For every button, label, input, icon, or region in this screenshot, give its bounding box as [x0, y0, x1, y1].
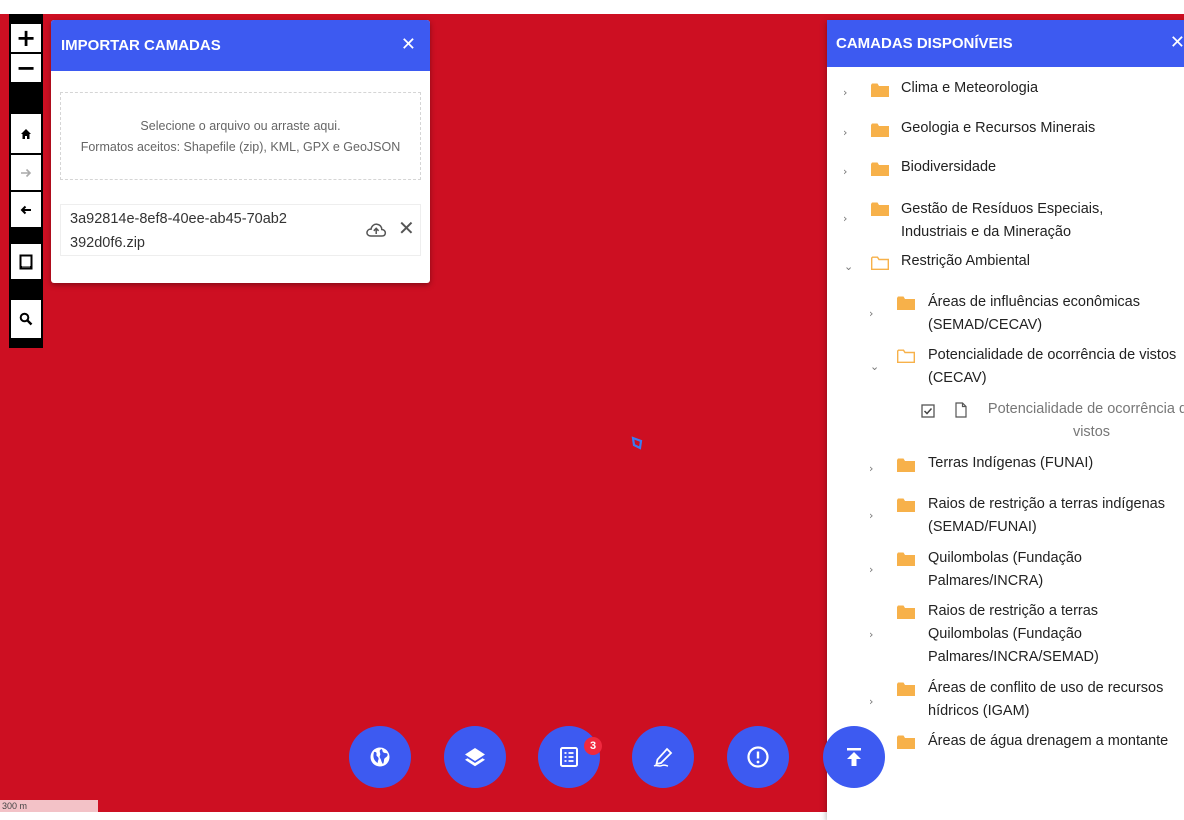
- chevron-right-icon[interactable]: ›: [869, 509, 881, 523]
- tree-item-clima[interactable]: › Clima e Meteorologia: [827, 77, 1184, 107]
- upload-icon: [847, 748, 861, 766]
- folder-icon: [897, 458, 915, 472]
- file-name: 3a92814e-8ef8-40ee-ab45-70ab2392d0f6.zip: [70, 211, 287, 251]
- tree-item-label: Biodiversidade: [901, 159, 997, 175]
- info-icon: [747, 746, 769, 768]
- layers-panel-header: CAMADAS DISPONÍVEIS ✕: [827, 20, 1184, 67]
- forward-button[interactable]: [11, 155, 41, 190]
- map-toolbar: + −: [9, 14, 43, 348]
- tree-item-label: Terras Indígenas (FUNAI): [928, 455, 1094, 471]
- folder-icon: [871, 83, 889, 97]
- dropzone-formats: Formatos aceitos: Shapefile (zip), KML, …: [80, 140, 401, 154]
- zoom-in-button[interactable]: +: [11, 24, 41, 52]
- folder-icon: [897, 296, 915, 310]
- tree-item-label: Raios de restrição a terras indígenas (S…: [928, 496, 1165, 535]
- folder-icon: [897, 735, 915, 749]
- uploaded-file-row: 3a92814e-8ef8-40ee-ab45-70ab2392d0f6.zip…: [60, 204, 421, 256]
- chevron-down-icon[interactable]: ⌄: [844, 260, 856, 274]
- chevron-right-icon[interactable]: ›: [843, 165, 855, 179]
- tree-item-label: Restrição Ambiental: [901, 253, 1030, 269]
- file-dropzone[interactable]: Selecione o arquivo ou arraste aqui. For…: [60, 92, 421, 180]
- notification-badge: 3: [584, 737, 602, 755]
- legend-button[interactable]: [538, 726, 600, 788]
- import-panel-header: IMPORTAR CAMADAS ✕: [51, 20, 430, 71]
- tree-item-label: Quilombolas (Fundação Palmares/INCRA): [928, 550, 1082, 589]
- file-icon: [955, 402, 967, 418]
- chevron-right-icon[interactable]: ›: [869, 695, 881, 709]
- folder-open-icon: [897, 349, 915, 363]
- folder-icon: [897, 682, 915, 696]
- draw-button[interactable]: [632, 726, 694, 788]
- chevron-right-icon[interactable]: ›: [869, 628, 881, 642]
- folder-icon: [871, 123, 889, 137]
- arrow-right-icon: [21, 168, 32, 177]
- tree-item-geologia[interactable]: › Geologia e Recursos Minerais: [827, 117, 1184, 147]
- close-icon[interactable]: ✕: [1170, 34, 1184, 52]
- tree-item-residuos[interactable]: › Gestão de Resíduos Especiais, Industri…: [827, 198, 1184, 248]
- tree-item-biodiversidade[interactable]: › Biodiversidade: [827, 156, 1184, 186]
- search-icon: [19, 312, 33, 326]
- tree-item-raios-quilombolas[interactable]: › Raios de restrição a terras Quilombola…: [827, 600, 1184, 673]
- tree-item-conflito-recursos[interactable]: › Áreas de conflito de uso de recursos h…: [827, 677, 1184, 727]
- folder-icon: [897, 498, 915, 512]
- chevron-right-icon[interactable]: ›: [869, 462, 881, 476]
- tree-item-areas-influencia[interactable]: › Áreas de influências econômicas (SEMAD…: [827, 291, 1184, 341]
- chevron-right-icon[interactable]: ›: [869, 307, 881, 321]
- map-feature-icon[interactable]: [629, 435, 645, 451]
- tree-item-label: Áreas de água drenagem a montante: [928, 733, 1169, 749]
- cloud-upload-icon[interactable]: [365, 221, 387, 239]
- home-icon: [21, 128, 31, 139]
- tree-item-label: Potencialidade de ocorrência de vistos: [987, 401, 1184, 440]
- folder-icon: [897, 552, 915, 566]
- tree-item-label: Raios de restrição a terras Quilombolas …: [928, 603, 1099, 665]
- tree-item-terras-indigenas[interactable]: › Terras Indígenas (FUNAI): [827, 452, 1184, 482]
- tree-item-restricao-ambiental[interactable]: ⌄ Restrição Ambiental: [827, 250, 1184, 280]
- chevron-down-icon[interactable]: ⌄: [870, 360, 882, 374]
- draw-icon: [653, 747, 673, 767]
- chevron-right-icon[interactable]: ›: [843, 86, 855, 100]
- chevron-right-icon[interactable]: ›: [843, 126, 855, 140]
- available-layers-panel: CAMADAS DISPONÍVEIS ✕ › Clima e Meteorol…: [827, 20, 1184, 820]
- layers-icon: [465, 748, 485, 767]
- arrow-left-icon: [20, 205, 31, 214]
- measure-button[interactable]: [11, 244, 41, 279]
- remove-file-icon[interactable]: ✕: [398, 217, 415, 239]
- tree-item-label: Potencialidade de ocorrência de vistos (…: [928, 347, 1177, 386]
- home-button[interactable]: [11, 114, 41, 153]
- scale-bar: 300 m: [0, 800, 98, 812]
- close-icon[interactable]: ✕: [401, 36, 416, 54]
- tree-item-potencialidade-layer[interactable]: Potencialidade de ocorrência de vistos: [827, 398, 1184, 448]
- import-layers-panel: IMPORTAR CAMADAS ✕ Selecione o arquivo o…: [51, 20, 430, 283]
- tree-item-label: Áreas de influências econômicas (SEMAD/C…: [928, 294, 1140, 333]
- search-button[interactable]: [11, 300, 41, 338]
- back-button[interactable]: [11, 192, 41, 227]
- basemap-button[interactable]: [349, 726, 411, 788]
- info-button[interactable]: [727, 726, 789, 788]
- folder-open-icon: [871, 256, 889, 270]
- folder-icon: [871, 202, 889, 216]
- ruler-icon: [19, 254, 33, 269]
- layers-panel-title: CAMADAS DISPONÍVEIS: [836, 35, 1013, 52]
- tree-item-label: Áreas de conflito de uso de recursos híd…: [928, 680, 1164, 719]
- import-panel-title: IMPORTAR CAMADAS: [61, 37, 221, 54]
- tree-item-raios-indigenas[interactable]: › Raios de restrição a terras indígenas …: [827, 493, 1184, 543]
- tree-item-label: Clima e Meteorologia: [901, 80, 1039, 96]
- globe-icon: [370, 747, 390, 767]
- checkbox-checked-icon[interactable]: [921, 404, 935, 418]
- chevron-right-icon[interactable]: ›: [843, 212, 855, 226]
- tree-item-label: Gestão de Resíduos Especiais, Industriai…: [901, 201, 1104, 240]
- chevron-right-icon[interactable]: ›: [869, 563, 881, 577]
- layers-button[interactable]: [444, 726, 506, 788]
- tree-item-label: Geologia e Recursos Minerais: [901, 120, 1096, 136]
- tree-item-quilombolas[interactable]: › Quilombolas (Fundação Palmares/INCRA): [827, 547, 1184, 597]
- tree-item-potencialidade[interactable]: ⌄ Potencialidade de ocorrência de vistos…: [827, 344, 1184, 394]
- zoom-out-button[interactable]: −: [11, 54, 41, 82]
- folder-icon: [897, 605, 915, 619]
- folder-icon: [871, 162, 889, 176]
- dropzone-instruction: Selecione o arquivo ou arraste aqui.: [140, 119, 341, 133]
- legend-icon: [560, 747, 578, 767]
- import-button[interactable]: [823, 726, 885, 788]
